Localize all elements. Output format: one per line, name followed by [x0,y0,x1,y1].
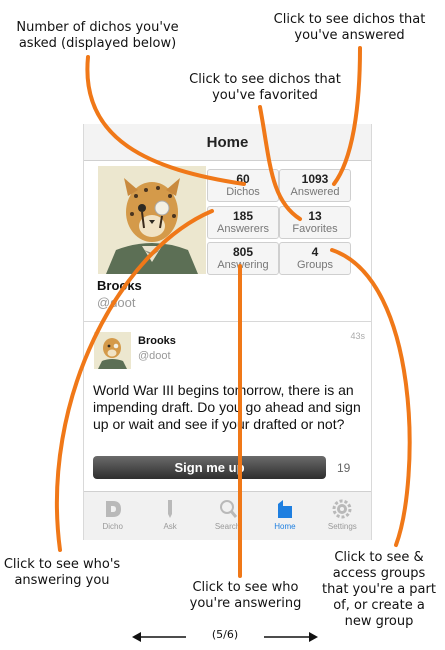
avatar[interactable] [94,332,131,369]
nav-bar: Home [84,124,371,161]
annotation-you-answering: Click to see who you're answering [189,580,302,611]
stat-dichos-count: 60 [236,172,250,186]
phone-screen: Home 60 Dichos 1093 Answered 185 Answere… [83,124,372,540]
profile-header: 60 Dichos 1093 Answered 185 Answerers 13… [84,161,371,322]
arrow-right-icon[interactable] [262,628,320,646]
gear-icon [332,499,352,519]
stat-answering[interactable]: 805 Answering [207,242,279,275]
dicho-logo-icon [105,501,121,517]
profile-name: Brooks [97,278,142,293]
stat-answering-count: 805 [232,245,254,259]
cheetah-avatar-icon [94,332,131,369]
stat-answered[interactable]: 1093 Answered [279,169,351,202]
tab-ask[interactable]: Ask [141,492,198,540]
stat-groups[interactable]: 4 Groups [279,242,351,275]
tab-search[interactable]: Search [199,492,256,540]
tab-search-label: Search [214,522,241,531]
stat-favorites-label: Favorites [292,223,338,235]
stat-dichos-asked[interactable]: 60 Dichos [207,169,279,202]
tab-home-label: Home [274,522,296,531]
pager: (5/6) [130,628,320,646]
sign-me-up-button[interactable]: Sign me up [93,456,326,479]
tab-dicho-label: Dicho [102,522,123,531]
stat-groups-count: 4 [311,245,319,259]
feed-author-name[interactable]: Brooks [138,335,176,347]
tab-ask-label: Ask [163,522,177,531]
annotation-groups: Click to see & access groups that you're… [322,550,436,629]
stat-answered-label: Answered [290,186,340,198]
stat-favorites-count: 13 [308,209,322,223]
answer-count: 19 [337,461,351,475]
search-icon [219,500,237,518]
feed-author-handle: @doot [138,350,171,362]
page-title: Home [206,133,249,151]
stat-groups-label: Groups [296,259,334,271]
stat-answerers-label: Answerers [217,223,269,235]
home-icon [277,500,292,518]
tab-settings-label: Settings [327,522,357,531]
stat-answering-label: Answering [217,259,269,271]
stat-answerers-count: 185 [232,209,254,223]
profile-photo [98,166,206,274]
annotation-asked: Number of dichos you've asked (displayed… [16,20,179,51]
tab-settings[interactable]: Settings [314,492,371,540]
dicho-question-text: World War III begins tomorrow, there is … [93,382,361,432]
profile-handle: @doot [97,295,136,310]
pencil-icon [168,500,173,518]
feed-timestamp: 43s [350,331,365,341]
stat-dichos-label: Dichos [226,186,260,198]
stat-answerers[interactable]: 185 Answerers [207,206,279,239]
annotation-favorited: Click to see dichos that you've favorite… [189,72,341,103]
tutorial-page: Number of dichos you've asked (displayed… [0,0,445,650]
tab-bar: Dicho Ask Search Home Settings [84,491,371,540]
stat-answered-count: 1093 [301,172,329,186]
tab-dicho[interactable]: Dicho [84,492,141,540]
cheetah-portrait-icon [98,166,206,274]
stat-favorites[interactable]: 13 Favorites [279,206,351,239]
annotation-answering-you: Click to see who's answering you [3,557,121,588]
annotation-answered: Click to see dichos that you've answered [273,12,426,43]
page-indicator: (5/6) [211,628,239,641]
tab-home[interactable]: Home [256,492,313,540]
arrow-left-icon[interactable] [130,628,188,646]
feed-item[interactable]: Brooks @doot 43s World War III begins to… [84,322,371,488]
